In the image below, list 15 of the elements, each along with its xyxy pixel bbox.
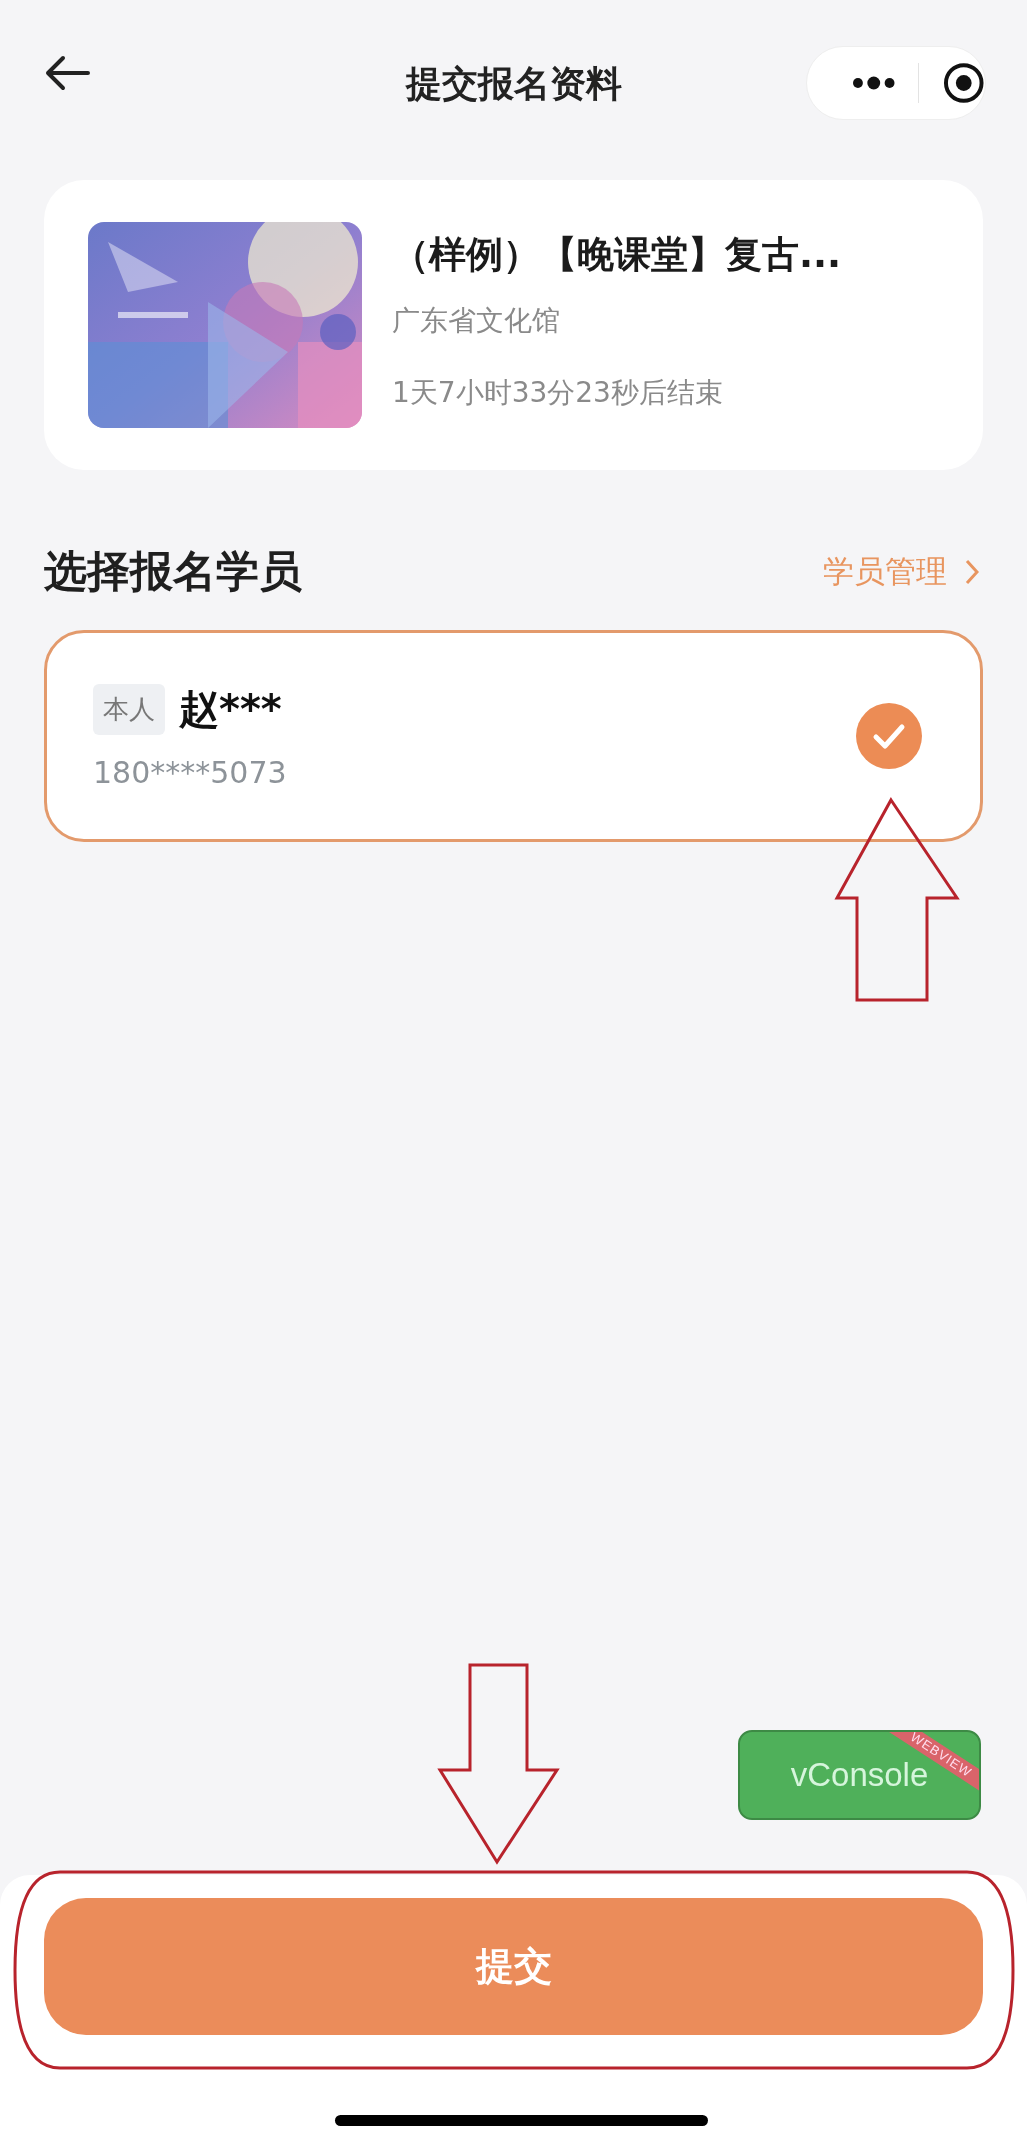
student-name: 赵***: [179, 685, 282, 734]
back-arrow-icon[interactable]: [44, 55, 90, 91]
tag-label: 本人: [93, 684, 165, 735]
close-icon[interactable]: [943, 62, 985, 104]
activity-title: （样例）【晚课堂】复古...: [392, 232, 842, 278]
page-title: 提交报名资料: [405, 62, 622, 106]
organizer-name: 广东省文化馆: [392, 303, 561, 339]
section-title: 选择报名学员: [44, 545, 302, 598]
student-management-link[interactable]: 学员管理: [823, 551, 979, 593]
countdown-text: 1天7小时33分23秒后结束: [392, 375, 724, 411]
phone-number: 180****5073: [93, 755, 288, 790]
more-icon[interactable]: [852, 76, 896, 90]
check-icon[interactable]: [856, 703, 922, 769]
submit-button[interactable]: 提交: [44, 1898, 983, 2035]
chevron-icon: [965, 559, 979, 585]
